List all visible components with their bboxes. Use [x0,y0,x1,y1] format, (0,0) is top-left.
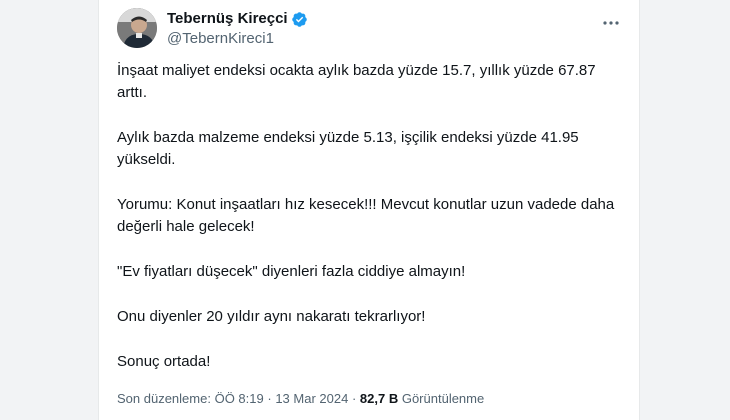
tweet-card: Tebernüş Kireçci @TebernKireci1 İnşaat m… [98,0,640,420]
views-count: 82,7 B [359,391,399,406]
meta-separator: · [351,391,357,406]
avatar[interactable] [117,8,157,48]
tweet-time[interactable]: ÖÖ 8:19 [215,391,264,406]
views-label: Görüntülenme [401,391,485,406]
edited-label[interactable]: Son düzenleme: [117,391,211,406]
author-handle[interactable]: @TebernKireci1 [167,29,308,49]
tweet-header: Tebernüş Kireçci @TebernKireci1 [117,7,621,49]
tweet-paragraph: İnşaat maliyet endeksi ocakta aylık bazd… [117,62,596,101]
name-row: Tebernüş Kireçci [167,10,308,28]
tweet-paragraph: Yorumu: Konut inşaatları hız kesecek!!! … [117,196,615,235]
author-block: Tebernüş Kireçci @TebernKireci1 [167,10,308,49]
tweet-meta: Son düzenleme: ÖÖ 8:19 · 13 Mar 2024 · 8… [117,391,484,407]
tweet-text: İnşaat maliyet endeksi ocakta aylık bazd… [117,60,619,396]
display-name[interactable]: Tebernüş Kireçci [167,10,288,28]
tweet-date[interactable]: 13 Mar 2024 [275,391,348,406]
more-options-icon[interactable] [601,13,621,33]
verified-badge-icon [291,11,308,28]
meta-separator: · [267,391,272,406]
tweet-paragraph: Aylık bazda malzeme endeksi yüzde 5.13, … [117,129,579,168]
tweet-paragraph: Onu diyenler 20 yıldır aynı nakaratı tek… [117,308,426,325]
tweet-paragraph: "Ev fiyatları düşecek" diyenleri fazla c… [117,263,466,280]
tweet-paragraph: Sonuç ortada! [117,353,211,370]
profile-photo-icon [117,8,157,48]
